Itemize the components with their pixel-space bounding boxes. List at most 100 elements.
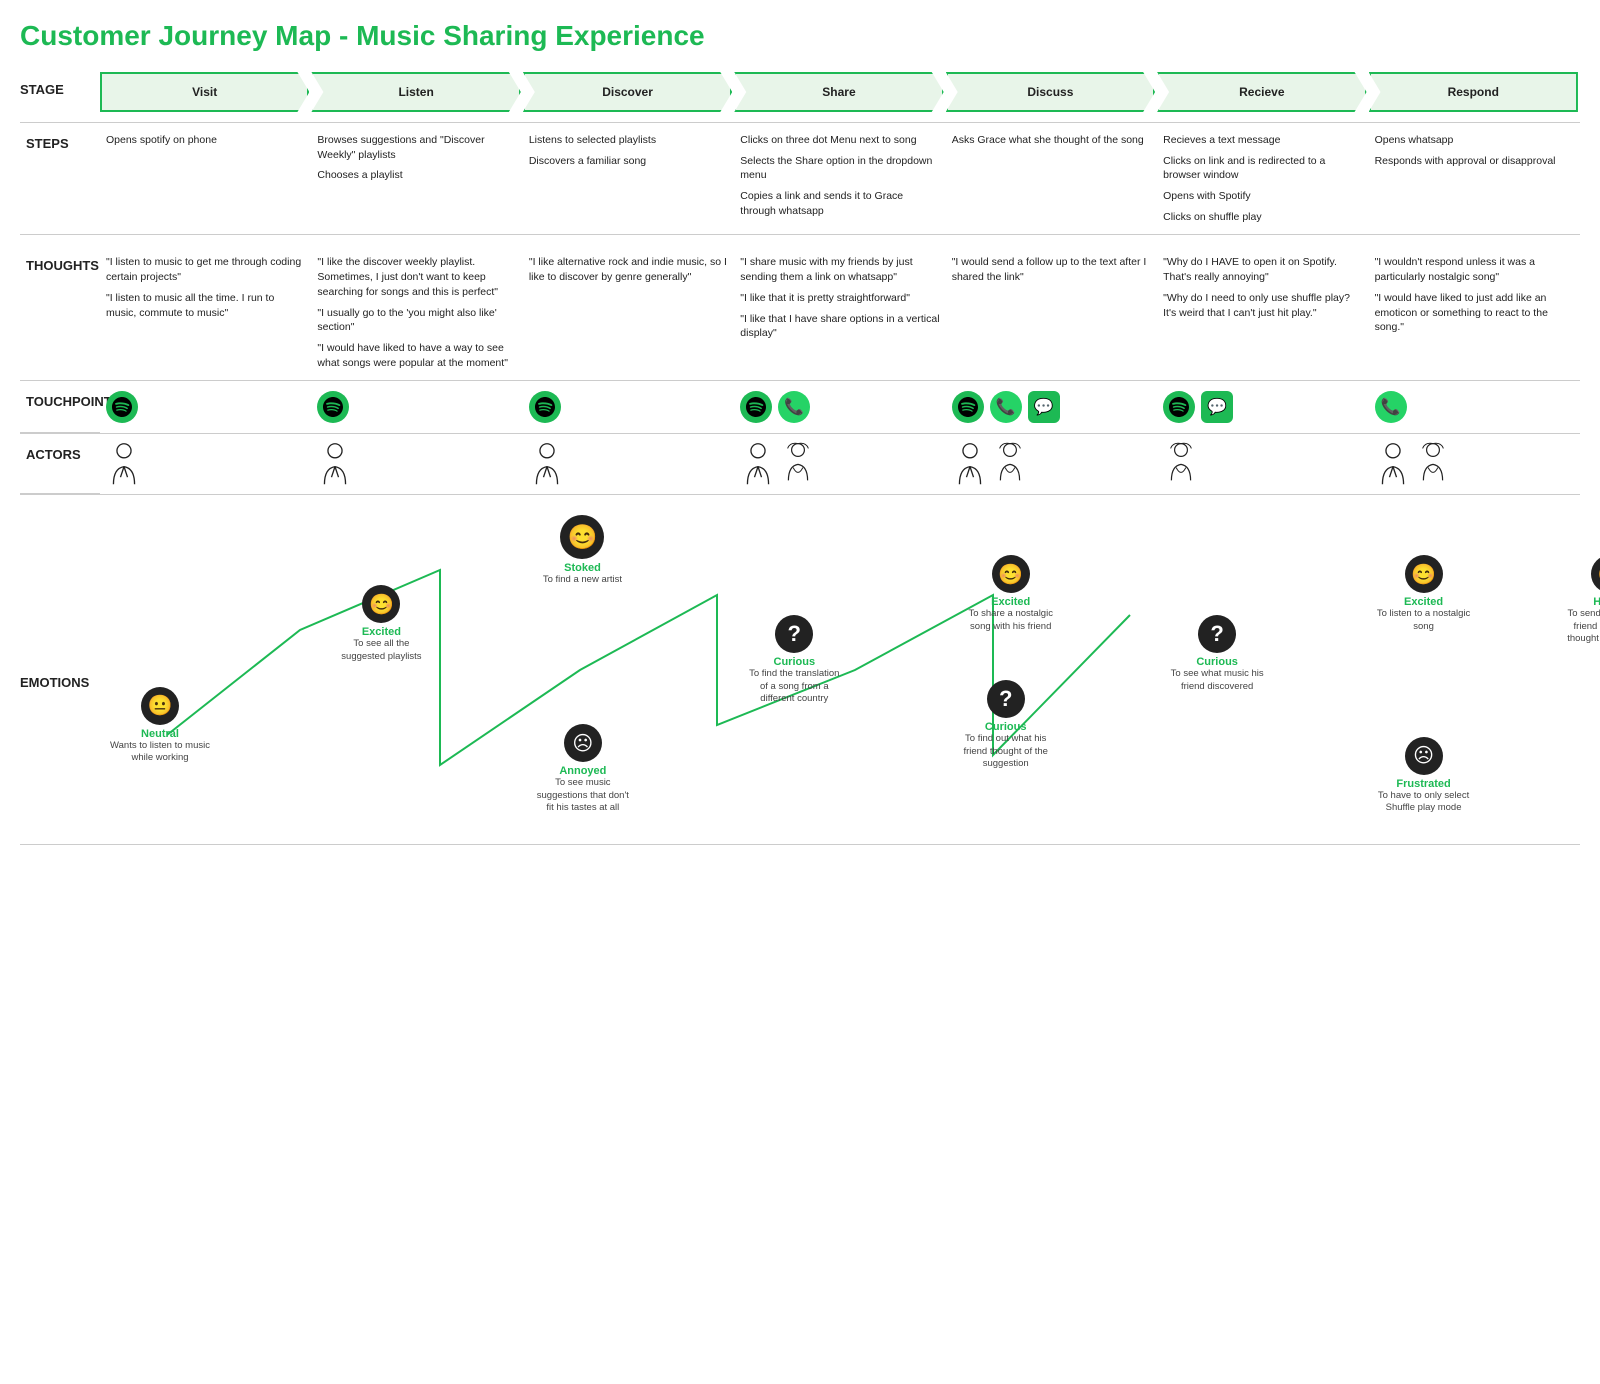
thoughts-visit: "I listen to music to get me through cod…	[100, 245, 311, 381]
tp-recieve: 💬	[1157, 381, 1368, 433]
emotion-label-happy: Happy	[1593, 596, 1600, 608]
actor-recieve	[1157, 434, 1368, 494]
emotion-stoked: 😊 Stoked To find a new artist	[543, 515, 622, 586]
actor-male-respond	[1375, 442, 1411, 486]
emotion-col-visit: 😐 Neutral Wants to listen to music while…	[100, 505, 311, 844]
emotion-desc-curious-discuss: To find out what his friend thought of t…	[956, 733, 1056, 770]
emotion-face-stoked: 😊	[560, 515, 604, 559]
stage-label: STAGE	[20, 72, 100, 97]
emotion-desc-annoyed: To see music suggestions that don't fit …	[533, 777, 633, 814]
emotion-face-curious-discuss: ?	[987, 680, 1025, 718]
touchpoints-label: TOUCHPOINTS	[20, 381, 100, 433]
spotify-icon-listen	[317, 391, 349, 423]
spotify-icon-share	[740, 391, 772, 423]
tp-discover	[523, 381, 734, 433]
thoughts-discuss: "I would send a follow up to the text af…	[946, 245, 1157, 381]
tp-respond: 📞	[1369, 381, 1580, 433]
tp-discuss: 📞 💬	[946, 381, 1157, 433]
stage-recieve: Recieve	[1157, 72, 1366, 112]
emotion-face-excited-respond: 😊	[1405, 555, 1443, 593]
actor-share	[734, 434, 945, 494]
emotion-label-annoyed: Annoyed	[559, 765, 606, 777]
spotify-icon-discover	[529, 391, 561, 423]
actor-female-recieve	[1163, 442, 1199, 486]
emotion-label-curious-recieve: Curious	[1196, 656, 1238, 668]
thoughts-recieve: "Why do I HAVE to open it on Spotify. Th…	[1157, 245, 1368, 381]
actor-female-share	[780, 442, 816, 486]
emotion-curious-recieve: ? Curious To see what music his friend d…	[1167, 615, 1267, 693]
emotion-col-listen: 😊 Excited To see all the suggested playl…	[311, 505, 522, 844]
emotion-curious-share: ? Curious To find the translation of a s…	[744, 615, 844, 705]
emotion-label-frustrated: Frustrated	[1396, 778, 1450, 790]
emotion-desc-stoked: To find a new artist	[543, 574, 622, 586]
actor-visit	[100, 434, 311, 494]
steps-recieve: Recieves a text message Clicks on link a…	[1157, 123, 1368, 235]
thoughts-table: THOUGHTS "I listen to music to get me th…	[20, 245, 1580, 381]
stage-respond: Respond	[1369, 72, 1578, 112]
emotions-label: EMOTIONS	[20, 505, 100, 844]
steps-visit: Opens spotify on phone	[100, 123, 311, 235]
emotion-col-respond: 😊 Excited To listen to a nostalgic song …	[1369, 505, 1580, 844]
actor-respond	[1369, 434, 1580, 494]
emotion-desc-neutral: Wants to listen to music while working	[110, 740, 210, 765]
whatsapp-icon-share: 📞	[778, 391, 810, 423]
emotion-neutral: 😐 Neutral Wants to listen to music while…	[110, 687, 210, 765]
actor-discover	[523, 434, 734, 494]
message-icon-discuss: 💬	[1028, 391, 1060, 423]
emotion-label-excited-listen: Excited	[362, 626, 401, 638]
emotion-desc-excited-listen: To see all the suggested playlists	[331, 638, 431, 663]
stage-discuss: Discuss	[946, 72, 1155, 112]
thoughts-share: "I share music with my friends by just s…	[734, 245, 945, 381]
page-title: Customer Journey Map - Music Sharing Exp…	[20, 20, 1580, 52]
message-icon-recieve: 💬	[1201, 391, 1233, 423]
emotions-section: EMOTIONS 😐 Neutral Wants to listen to mu…	[20, 505, 1580, 845]
thoughts-listen: "I like the discover weekly playlist. So…	[311, 245, 522, 381]
spotify-icon-recieve	[1163, 391, 1195, 423]
steps-share: Clicks on three dot Menu next to song Se…	[734, 123, 945, 235]
emotion-desc-happy: To send feedback to friend on what he th…	[1560, 608, 1600, 645]
steps-label: STEPS	[20, 123, 100, 235]
actor-male-visit	[106, 442, 142, 486]
tp-share: 📞	[734, 381, 945, 433]
emotion-label-excited-respond: Excited	[1404, 596, 1443, 608]
emotion-desc-curious-recieve: To see what music his friend discovered	[1167, 668, 1267, 693]
emotion-excited-listen: 😊 Excited To see all the suggested playl…	[331, 585, 431, 663]
emotion-excited-discuss: 😊 Excited To share a nostalgic song with…	[961, 555, 1061, 633]
emotion-face-happy: 😊	[1591, 555, 1600, 593]
steps-listen: Browses suggestions and "Discover Weekly…	[311, 123, 522, 235]
whatsapp-icon-discuss: 📞	[990, 391, 1022, 423]
emotion-label-curious-share: Curious	[774, 656, 816, 668]
steps-discover: Listens to selected playlists Discovers …	[523, 123, 734, 235]
actor-male-listen	[317, 442, 353, 486]
emotion-label-excited-discuss: Excited	[991, 596, 1030, 608]
emotion-col-discover: 😊 Stoked To find a new artist ☹ Annoyed …	[523, 505, 734, 844]
emotion-face-frustrated: ☹	[1405, 737, 1443, 775]
spotify-icon-visit	[106, 391, 138, 423]
emotion-desc-frustrated: To have to only select Shuffle play mode	[1374, 790, 1474, 815]
emotion-col-recieve: ? Curious To see what music his friend d…	[1157, 505, 1368, 844]
actor-female-respond	[1415, 442, 1451, 486]
actor-male-share	[740, 442, 776, 486]
emotion-label-stoked: Stoked	[564, 562, 601, 574]
emotion-face-neutral: 😐	[141, 687, 179, 725]
emotion-desc-curious-share: To find the translation of a song from a…	[744, 668, 844, 705]
steps-respond: Opens whatsapp Responds with approval or…	[1369, 123, 1580, 235]
emotion-face-curious-share: ?	[775, 615, 813, 653]
emotion-col-discuss: 😊 Excited To share a nostalgic song with…	[946, 505, 1157, 844]
tp-visit	[100, 381, 311, 433]
actors-label: ACTORS	[20, 434, 100, 494]
emotion-face-curious-recieve: ?	[1198, 615, 1236, 653]
thoughts-respond: "I wouldn't respond unless it was a part…	[1369, 245, 1580, 381]
actor-discuss	[946, 434, 1157, 494]
actor-male-discuss	[952, 442, 988, 486]
actor-male-discover	[529, 442, 565, 486]
emotion-desc-excited-respond: To listen to a nostalgic song	[1374, 608, 1474, 633]
stages-container: Visit Listen Discover Share Discuss Reci…	[100, 72, 1580, 112]
steps-table: STEPS Opens spotify on phone Browses sug…	[20, 122, 1580, 235]
emotion-curious-discuss: ? Curious To find out what his friend th…	[956, 680, 1056, 770]
stage-discover: Discover	[523, 72, 732, 112]
thoughts-discover: "I like alternative rock and indie music…	[523, 245, 734, 381]
steps-discuss: Asks Grace what she thought of the song	[946, 123, 1157, 235]
emotion-desc-excited-discuss: To share a nostalgic song with his frien…	[961, 608, 1061, 633]
emotion-frustrated: ☹ Frustrated To have to only select Shuf…	[1374, 737, 1474, 815]
